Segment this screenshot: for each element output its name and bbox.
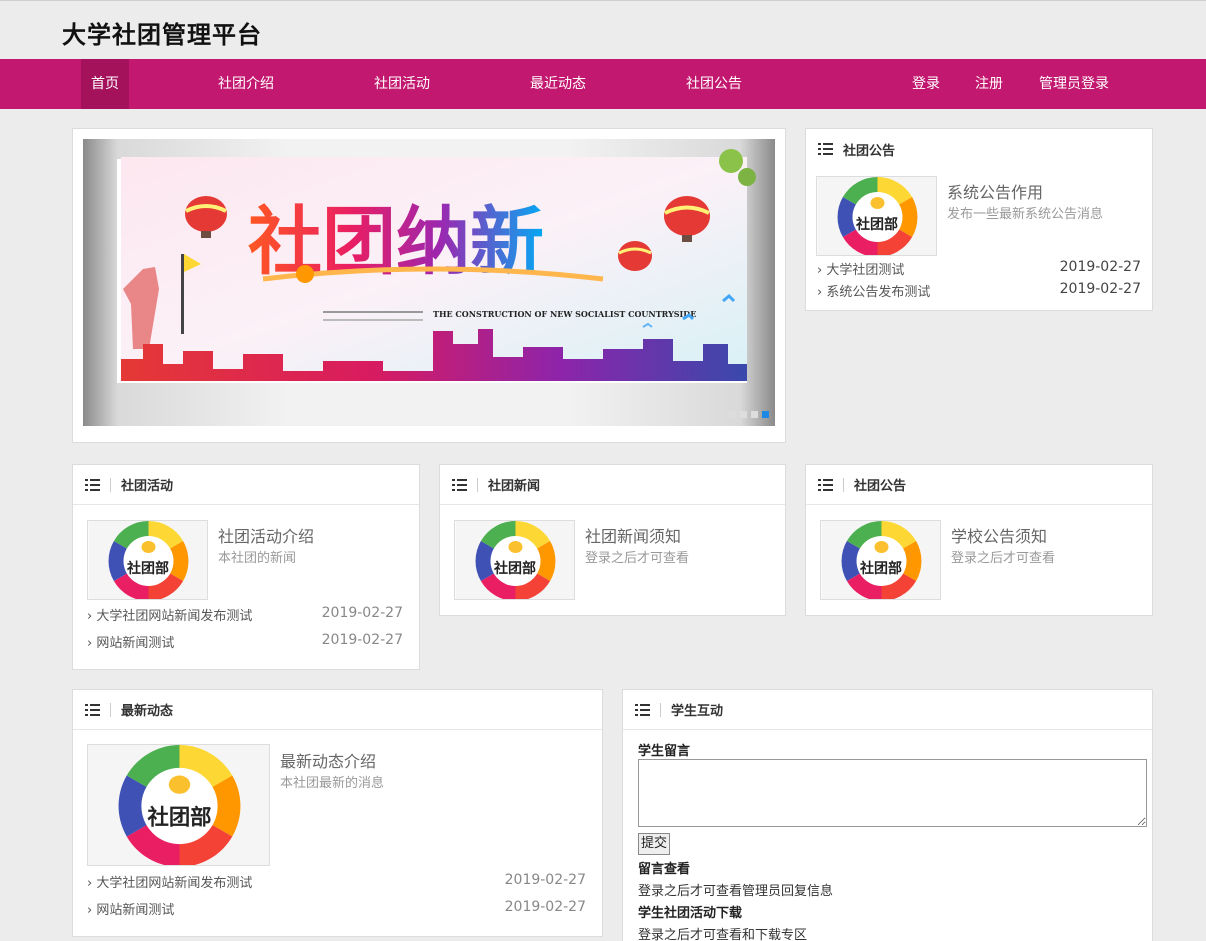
logo-text: 社团部 <box>859 560 902 577</box>
latest-item-label[interactable]: 大学社团网站新闻发布测试 <box>96 876 252 891</box>
site-title: 大学社团管理平台 <box>62 21 262 49</box>
latest-item[interactable]: › 网站新闻测试 <box>87 899 174 918</box>
activity-item-date: 2019-02-27 <box>321 605 403 621</box>
balloon-small <box>618 241 652 271</box>
slider-dot[interactable] <box>729 411 736 418</box>
header-divider <box>660 702 661 717</box>
notice-feature-title[interactable]: 系统公告作用 <box>947 179 1043 203</box>
slider-dots <box>729 411 769 418</box>
notice-item-label[interactable]: 大学社团测试 <box>826 263 904 278</box>
latest-feature-title[interactable]: 最新动态介绍 <box>280 748 376 772</box>
submit-button[interactable]: 提交 <box>638 833 670 855</box>
logo-text: 社团部 <box>126 560 169 577</box>
header-divider <box>477 477 478 492</box>
notice-thumbnail[interactable]: 社团部 <box>816 176 937 256</box>
list-icon <box>85 703 100 716</box>
nav-club-activities[interactable]: 社团活动 <box>362 59 442 109</box>
slider-dot-active[interactable] <box>762 411 769 418</box>
interaction-panel-title: 学生互动 <box>671 704 724 719</box>
school-notice-feature-subtitle: 登录之后才可查看 <box>951 551 1056 566</box>
message-label: 学生留言 <box>638 744 691 759</box>
interaction-panel-header: 学生互动 <box>623 690 1152 730</box>
download-text: 登录之后才可查看和下载专区 <box>638 928 808 941</box>
nav-admin-login[interactable]: 管理员登录 <box>1032 59 1116 109</box>
logo-text: 社团部 <box>147 804 211 830</box>
news-panel-header: 社团新闻 <box>440 465 785 505</box>
logo-text: 社团部 <box>493 560 536 577</box>
activity-item-date: 2019-02-27 <box>321 632 403 648</box>
main-nav: 首页 社团介绍 社团活动 最近动态 社团公告 登录 注册 管理员登录 <box>0 59 1206 109</box>
slider-dot[interactable] <box>751 411 758 418</box>
news-feature-subtitle: 登录之后才可查看 <box>585 551 690 566</box>
view-messages-label: 留言查看 <box>638 862 691 877</box>
latest-panel-title: 最新动态 <box>121 704 174 719</box>
latest-thumbnail[interactable]: 社团部 <box>87 744 270 866</box>
logo-text: 社团部 <box>855 216 898 233</box>
header-divider <box>110 477 111 492</box>
activity-panel-header: 社团活动 <box>73 465 419 505</box>
list-icon <box>818 143 833 155</box>
list-icon <box>818 478 833 491</box>
school-notice-panel-title: 社团公告 <box>854 479 907 494</box>
message-textarea[interactable] <box>638 759 1147 827</box>
latest-item-date: 2019-02-27 <box>504 899 586 915</box>
nav-recent-news[interactable]: 最近动态 <box>518 59 598 109</box>
latest-feature-subtitle: 本社团最新的消息 <box>280 776 385 791</box>
notice-panel-title: 社团公告 <box>843 143 896 159</box>
banner-tagline: THE CONSTRUCTION OF NEW SOCIALIST COUNTR… <box>433 309 696 319</box>
latest-item[interactable]: › 大学社团网站新闻发布测试 <box>87 872 252 891</box>
header-divider <box>110 702 111 717</box>
banner-slider[interactable]: 社团纳新 THE CONSTRUCTION OF NEW SOCIALIST C… <box>83 139 775 426</box>
download-label: 学生社团活动下载 <box>638 906 743 921</box>
header-divider <box>843 477 844 492</box>
nav-club-intro[interactable]: 社团介绍 <box>206 59 286 109</box>
activity-item-label[interactable]: 网站新闻测试 <box>96 636 174 651</box>
notice-panel-header: 社团公告 <box>806 129 1152 169</box>
view-messages-text: 登录之后才可查看管理员回复信息 <box>638 884 834 899</box>
activity-item-label[interactable]: 大学社团网站新闻发布测试 <box>96 609 252 624</box>
latest-item-date: 2019-02-27 <box>504 872 586 888</box>
school-notice-thumbnail[interactable]: 社团部 <box>820 520 941 600</box>
news-thumbnail[interactable]: 社团部 <box>454 520 575 600</box>
activity-feature-title[interactable]: 社团活动介绍 <box>218 523 314 547</box>
slider-dot[interactable] <box>740 411 747 418</box>
nav-register[interactable]: 注册 <box>967 59 1011 109</box>
activity-item[interactable]: › 大学社团网站新闻发布测试 <box>87 605 252 624</box>
list-icon <box>635 703 650 716</box>
news-panel-title: 社团新闻 <box>488 479 541 494</box>
latest-item-label[interactable]: 网站新闻测试 <box>96 903 174 918</box>
notice-feature-subtitle: 发布一些最新系统公告消息 <box>947 207 1104 222</box>
list-icon <box>452 478 467 491</box>
notice-item-date: 2019-02-27 <box>1059 281 1141 297</box>
activity-thumbnail[interactable]: 社团部 <box>87 520 208 600</box>
banner-image: 社团纳新 THE CONSTRUCTION OF NEW SOCIALIST C… <box>117 149 756 383</box>
activity-item[interactable]: › 网站新闻测试 <box>87 632 174 651</box>
latest-panel-header: 最新动态 <box>73 690 602 730</box>
list-icon <box>85 478 100 491</box>
activity-feature-subtitle: 本社团的新闻 <box>218 551 297 566</box>
nav-home[interactable]: 首页 <box>81 59 129 109</box>
notice-item-date: 2019-02-27 <box>1059 259 1141 275</box>
top-bar: 大学社团管理平台 <box>0 0 1206 59</box>
nav-club-notices[interactable]: 社团公告 <box>674 59 754 109</box>
notice-item[interactable]: › 大学社团测试 <box>817 259 904 278</box>
activity-panel-title: 社团活动 <box>121 479 174 494</box>
school-notice-panel-header: 社团公告 <box>806 465 1152 505</box>
notice-item-label[interactable]: 系统公告发布测试 <box>826 285 930 300</box>
school-notice-feature-title[interactable]: 学校公告须知 <box>951 523 1047 547</box>
nav-login[interactable]: 登录 <box>904 59 948 109</box>
notice-item[interactable]: › 系统公告发布测试 <box>817 281 930 300</box>
news-feature-title[interactable]: 社团新闻须知 <box>585 523 681 547</box>
